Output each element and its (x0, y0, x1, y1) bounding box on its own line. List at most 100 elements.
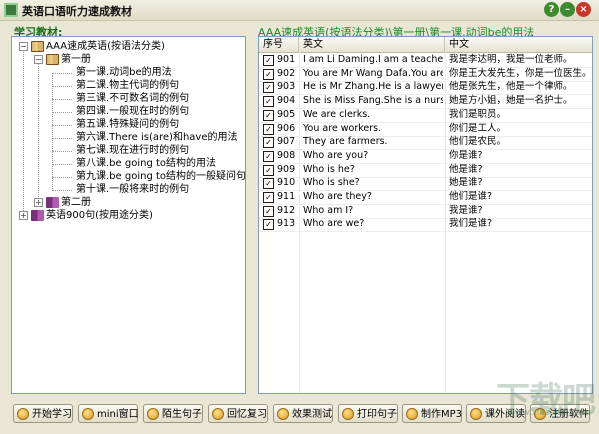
row-checkbox[interactable]: ✓ (263, 192, 274, 203)
tree-connector (52, 75, 53, 189)
unfamiliar-sentences-button[interactable]: 陌生句子 (143, 404, 203, 423)
row-checkbox[interactable]: ✓ (263, 164, 274, 176)
mini-window-button[interactable]: mini窗口 (78, 404, 139, 423)
cell-number: 911 (277, 191, 296, 202)
cell-chinese: 她是谁? (449, 177, 483, 189)
tree-item-lesson[interactable]: 第六课.There is(are)和have的用法 (76, 131, 238, 144)
cell-chinese: 我是谁? (449, 204, 483, 216)
minimize-button[interactable]: – (560, 2, 575, 17)
row-checkbox[interactable]: ✓ (263, 109, 274, 121)
cell-english: I am Li Daming.I am a teacher. (303, 54, 443, 65)
help-button[interactable]: ? (544, 2, 559, 17)
collapse-icon[interactable]: − (34, 55, 43, 64)
tree-item-lesson[interactable]: 第四课.一般现在时的例句 (76, 105, 189, 118)
tree-item-label: 英语900句(按用途分类) (46, 210, 153, 221)
title-bar: 英语口语听力速成教材 ? – × (0, 0, 599, 21)
close-button[interactable]: × (576, 2, 591, 17)
start-study-button[interactable]: 开始学习 (13, 404, 73, 423)
lightbulb-icon (470, 408, 482, 420)
tree-item-lesson[interactable]: 第十课.一般将来时的例句 (76, 183, 189, 196)
cell-english: They are farmers. (303, 136, 388, 148)
row-checkbox[interactable]: ✓ (263, 150, 274, 162)
row-checkbox[interactable]: ✓ (263, 68, 274, 80)
collapse-icon[interactable]: − (19, 42, 28, 51)
tree-item-lesson[interactable]: 第八课.be going to结构的用法 (76, 157, 216, 170)
watermark-url: www.xiazaiba.com (507, 408, 591, 418)
recall-review-button[interactable]: 回忆复习 (208, 404, 268, 423)
row-checkbox[interactable]: ✓ (263, 205, 274, 217)
row-checkbox[interactable]: ✓ (263, 219, 274, 231)
cell-chinese: 我们是职员。 (449, 108, 507, 120)
lightbulb-icon (277, 408, 289, 420)
cell-english: She is Miss Fang.She is a nurse. (303, 95, 443, 107)
cell-english: Who are you? (303, 149, 369, 161)
print-sentences-button[interactable]: 打印句子 (338, 404, 398, 423)
cell-english: He is Mr Zhang.He is a lawyer. (303, 81, 443, 93)
cell-number: 901 (277, 54, 296, 65)
tree-item-label: AAA速成英语(按语法分类) (46, 41, 165, 52)
book-closed-icon (46, 197, 59, 208)
tree-item-lesson[interactable]: 第五课.特殊疑问的例句 (76, 118, 179, 131)
cell-english: Who are they? (303, 191, 372, 202)
cell-chinese: 你是谁? (449, 149, 483, 161)
cell-english: Who are we? (303, 218, 365, 230)
book-open-icon (46, 54, 59, 65)
row-checkbox[interactable]: ✓ (263, 96, 274, 108)
app-icon (4, 3, 18, 17)
lightbulb-icon (342, 408, 354, 420)
table-row[interactable]: ✓ 913 Who are we? 我们是谁? (259, 217, 592, 233)
book-closed-icon (31, 210, 44, 221)
cell-number: 906 (277, 122, 296, 134)
cell-chinese: 他们是谁? (449, 191, 493, 202)
cell-chinese: 你是王大发先生，你是一位医生。 (449, 67, 589, 79)
expand-icon[interactable]: + (19, 211, 28, 220)
cell-english: You are workers. (303, 122, 382, 134)
lesson-tree[interactable]: − AAA速成英语(按语法分类) − 第一册 第一课.动词be的用法 第二课.物… (11, 36, 246, 394)
row-checkbox[interactable]: ✓ (263, 55, 274, 66)
column-header-english[interactable]: 英文 (299, 37, 445, 52)
lightbulb-icon (147, 408, 159, 420)
cell-number: 913 (277, 218, 296, 230)
tree-item-lesson[interactable]: 第一课.动词be的用法 (76, 66, 172, 79)
cell-number: 905 (277, 108, 296, 120)
cell-number: 909 (277, 163, 296, 175)
cell-chinese: 你们是工人。 (449, 122, 507, 134)
cell-chinese: 我们是谁? (449, 218, 493, 230)
expand-icon[interactable]: + (34, 198, 43, 207)
cell-chinese: 他是谁? (449, 163, 483, 175)
tree-connector (23, 49, 24, 217)
tree-connector (38, 62, 39, 203)
sentence-table[interactable]: 序号 英文 中文 ✓ 901 I am Li Daming.I am a teach… (258, 36, 593, 394)
row-checkbox[interactable]: ✓ (263, 82, 274, 94)
cell-chinese: 他是张先生，他是一个律师。 (449, 81, 573, 93)
row-checkbox[interactable]: ✓ (263, 137, 274, 149)
cell-english: Who is she? (303, 177, 360, 189)
column-header-chinese[interactable]: 中文 (445, 37, 592, 52)
cell-number: 912 (277, 204, 296, 216)
table-header: 序号 英文 中文 (259, 37, 592, 53)
cell-number: 904 (277, 95, 296, 107)
cell-english: Who am I? (303, 204, 354, 216)
cell-chinese: 我是李达明，我是一位老师。 (449, 54, 573, 65)
tree-item-lesson[interactable]: 第九课.be going to结构的一般疑问句 (76, 170, 245, 183)
tree-item-lesson[interactable]: 第三课.不可数名词的例句 (76, 92, 189, 105)
lightbulb-icon (17, 408, 29, 420)
cell-number: 908 (277, 149, 296, 161)
tree-item-label: 第一册 (61, 54, 91, 65)
cell-number: 910 (277, 177, 296, 189)
cell-chinese: 他们是农民。 (449, 136, 507, 148)
row-checkbox[interactable]: ✓ (263, 123, 274, 135)
effect-test-button[interactable]: 效果测试 (273, 404, 333, 423)
tree-item-lesson[interactable]: 第七课.现在进行时的例句 (76, 144, 189, 157)
cell-chinese: 她是方小姐，她是一名护士。 (449, 95, 573, 107)
cell-english: We are clerks. (303, 108, 371, 120)
row-checkbox[interactable]: ✓ (263, 178, 274, 190)
cell-english: You are Mr Wang Dafa.You are a... (303, 67, 443, 79)
tree-item-lesson[interactable]: 第二课.物主代词的例句 (76, 79, 179, 92)
window-title: 英语口语听力速成教材 (22, 5, 132, 18)
column-header-number[interactable]: 序号 (259, 37, 299, 52)
make-mp3-button[interactable]: 制作MP3 (402, 404, 462, 423)
lightbulb-icon (212, 408, 224, 420)
cell-english: Who is he? (303, 163, 355, 175)
book-open-icon (31, 41, 44, 52)
